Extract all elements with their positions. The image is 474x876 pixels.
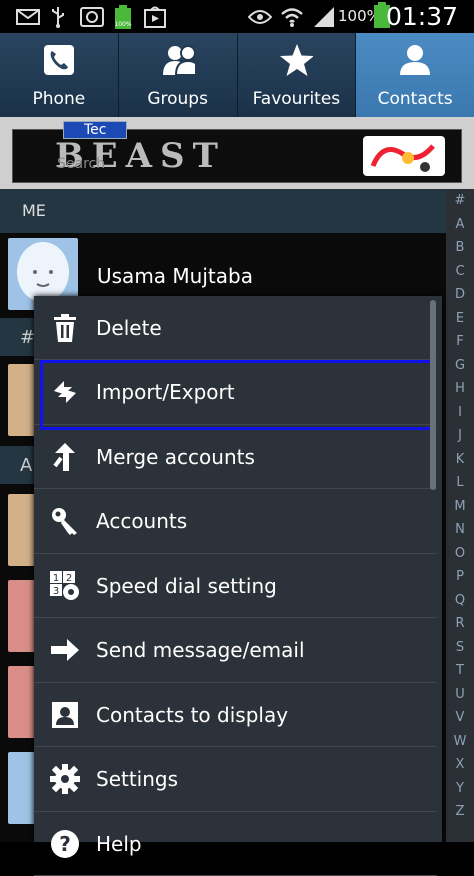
menu-item-label: Speed dial setting: [96, 573, 277, 598]
index-letter[interactable]: F: [446, 330, 474, 354]
index-letter[interactable]: R: [446, 612, 474, 636]
index-letter[interactable]: E: [446, 307, 474, 331]
tab-groups[interactable]: Groups: [119, 33, 238, 117]
contact-person-icon: [398, 43, 432, 77]
menu-item-settings[interactable]: Settings: [34, 748, 437, 812]
svg-text:?: ?: [59, 832, 71, 856]
menu-item-contacts-to-display[interactable]: Contacts to display: [34, 683, 437, 747]
menu-item-label: Settings: [96, 767, 179, 791]
index-letter[interactable]: X: [446, 753, 474, 777]
section-header-me: ME: [0, 189, 446, 233]
wifi-icon: [280, 6, 304, 28]
index-letter[interactable]: L: [446, 471, 474, 495]
index-letter[interactable]: G: [446, 354, 474, 378]
trash-icon: [34, 296, 96, 360]
svg-text:2: 2: [66, 573, 72, 584]
mail-icon: [16, 6, 40, 28]
usb-icon: [50, 6, 66, 28]
alphabet-index-bar[interactable]: # A B C D E F G H I J K L M N O P Q R S T U V W X Y Z: [446, 189, 474, 842]
play-store-icon: [144, 6, 166, 28]
index-letter[interactable]: U: [446, 683, 474, 707]
tab-bar: Phone Groups Favourites Contacts: [0, 33, 474, 117]
search-banner[interactable]: Tec BEAST Search: [0, 117, 474, 189]
menu-item-label: Help: [96, 831, 142, 856]
menu-item-label: Contacts to display: [96, 702, 289, 727]
index-letter[interactable]: K: [446, 448, 474, 472]
search-placeholder: Search: [57, 156, 106, 172]
tab-label-favourites: Favourites: [252, 89, 341, 109]
tab-label-groups: Groups: [147, 89, 208, 109]
index-letter[interactable]: Q: [446, 589, 474, 613]
index-letter[interactable]: O: [446, 542, 474, 566]
menu-item-label: Accounts: [96, 509, 188, 533]
index-letter[interactable]: M: [446, 495, 474, 519]
gear-icon: [34, 747, 96, 811]
tab-label-contacts: Contacts: [377, 89, 453, 109]
star-icon: [279, 43, 314, 77]
menu-item-label: Delete: [96, 315, 162, 340]
help-icon: ?: [34, 812, 96, 876]
menu-item-delete[interactable]: Delete: [34, 296, 437, 360]
index-letter[interactable]: D: [446, 283, 474, 307]
menu-item-label: Merge accounts: [96, 444, 255, 469]
section-header-me-label: ME: [22, 201, 46, 220]
menu-item-merge-accounts[interactable]: Merge accounts: [34, 425, 437, 489]
banner-logo-image: [363, 136, 445, 176]
tab-favourites[interactable]: Favourites: [238, 33, 357, 117]
menu-item-help[interactable]: ? Help: [34, 812, 437, 876]
index-letter[interactable]: T: [446, 659, 474, 683]
key-icon: [34, 489, 96, 553]
svg-text:3: 3: [53, 586, 59, 597]
menu-item-accounts[interactable]: Accounts: [34, 490, 437, 554]
voicemail-icon: [80, 6, 104, 28]
menu-item-send-message-email[interactable]: Send message/email: [34, 619, 437, 683]
clock: 01:37: [385, 2, 458, 31]
index-letter[interactable]: #: [446, 189, 474, 213]
search-field[interactable]: Tec BEAST Search: [12, 121, 462, 183]
eye-icon: [248, 6, 272, 28]
index-letter[interactable]: B: [446, 236, 474, 260]
battery-small-icon: 100%: [114, 5, 132, 29]
index-letter[interactable]: W: [446, 730, 474, 754]
index-letter[interactable]: N: [446, 518, 474, 542]
index-letter[interactable]: C: [446, 260, 474, 284]
mini-battery-text: 100%: [114, 21, 131, 28]
tab-label-phone: Phone: [32, 89, 86, 109]
index-letter[interactable]: S: [446, 636, 474, 660]
menu-item-label: Send message/email: [96, 638, 305, 662]
tab-contacts[interactable]: Contacts: [356, 33, 474, 117]
tab-phone[interactable]: Phone: [0, 33, 119, 117]
menu-scrollbar[interactable]: [430, 300, 436, 490]
my-profile-name[interactable]: Usama Mujtaba: [97, 264, 253, 288]
index-letter[interactable]: Y: [446, 777, 474, 801]
index-letter[interactable]: Z: [446, 800, 474, 824]
index-letter[interactable]: V: [446, 706, 474, 730]
svg-text:1: 1: [53, 573, 59, 584]
merge-icon: [34, 425, 96, 489]
status-bar: 100% 100% 01:37: [0, 0, 474, 33]
contact-card-icon: [34, 683, 96, 747]
speed-dial-icon: 123: [34, 554, 96, 618]
index-letter[interactable]: J: [446, 424, 474, 448]
index-letter[interactable]: H: [446, 377, 474, 401]
phone-icon: [42, 43, 76, 77]
index-letter[interactable]: I: [446, 401, 474, 425]
signal-icon: [312, 6, 336, 28]
groups-icon: [161, 43, 195, 77]
highlight-box: [40, 360, 433, 430]
arrow-right-icon: [34, 618, 96, 682]
index-letter[interactable]: P: [446, 565, 474, 589]
menu-item-speed-dial-setting[interactable]: 1 2 3 Speed dial setting: [34, 554, 437, 618]
index-letter[interactable]: A: [446, 213, 474, 237]
